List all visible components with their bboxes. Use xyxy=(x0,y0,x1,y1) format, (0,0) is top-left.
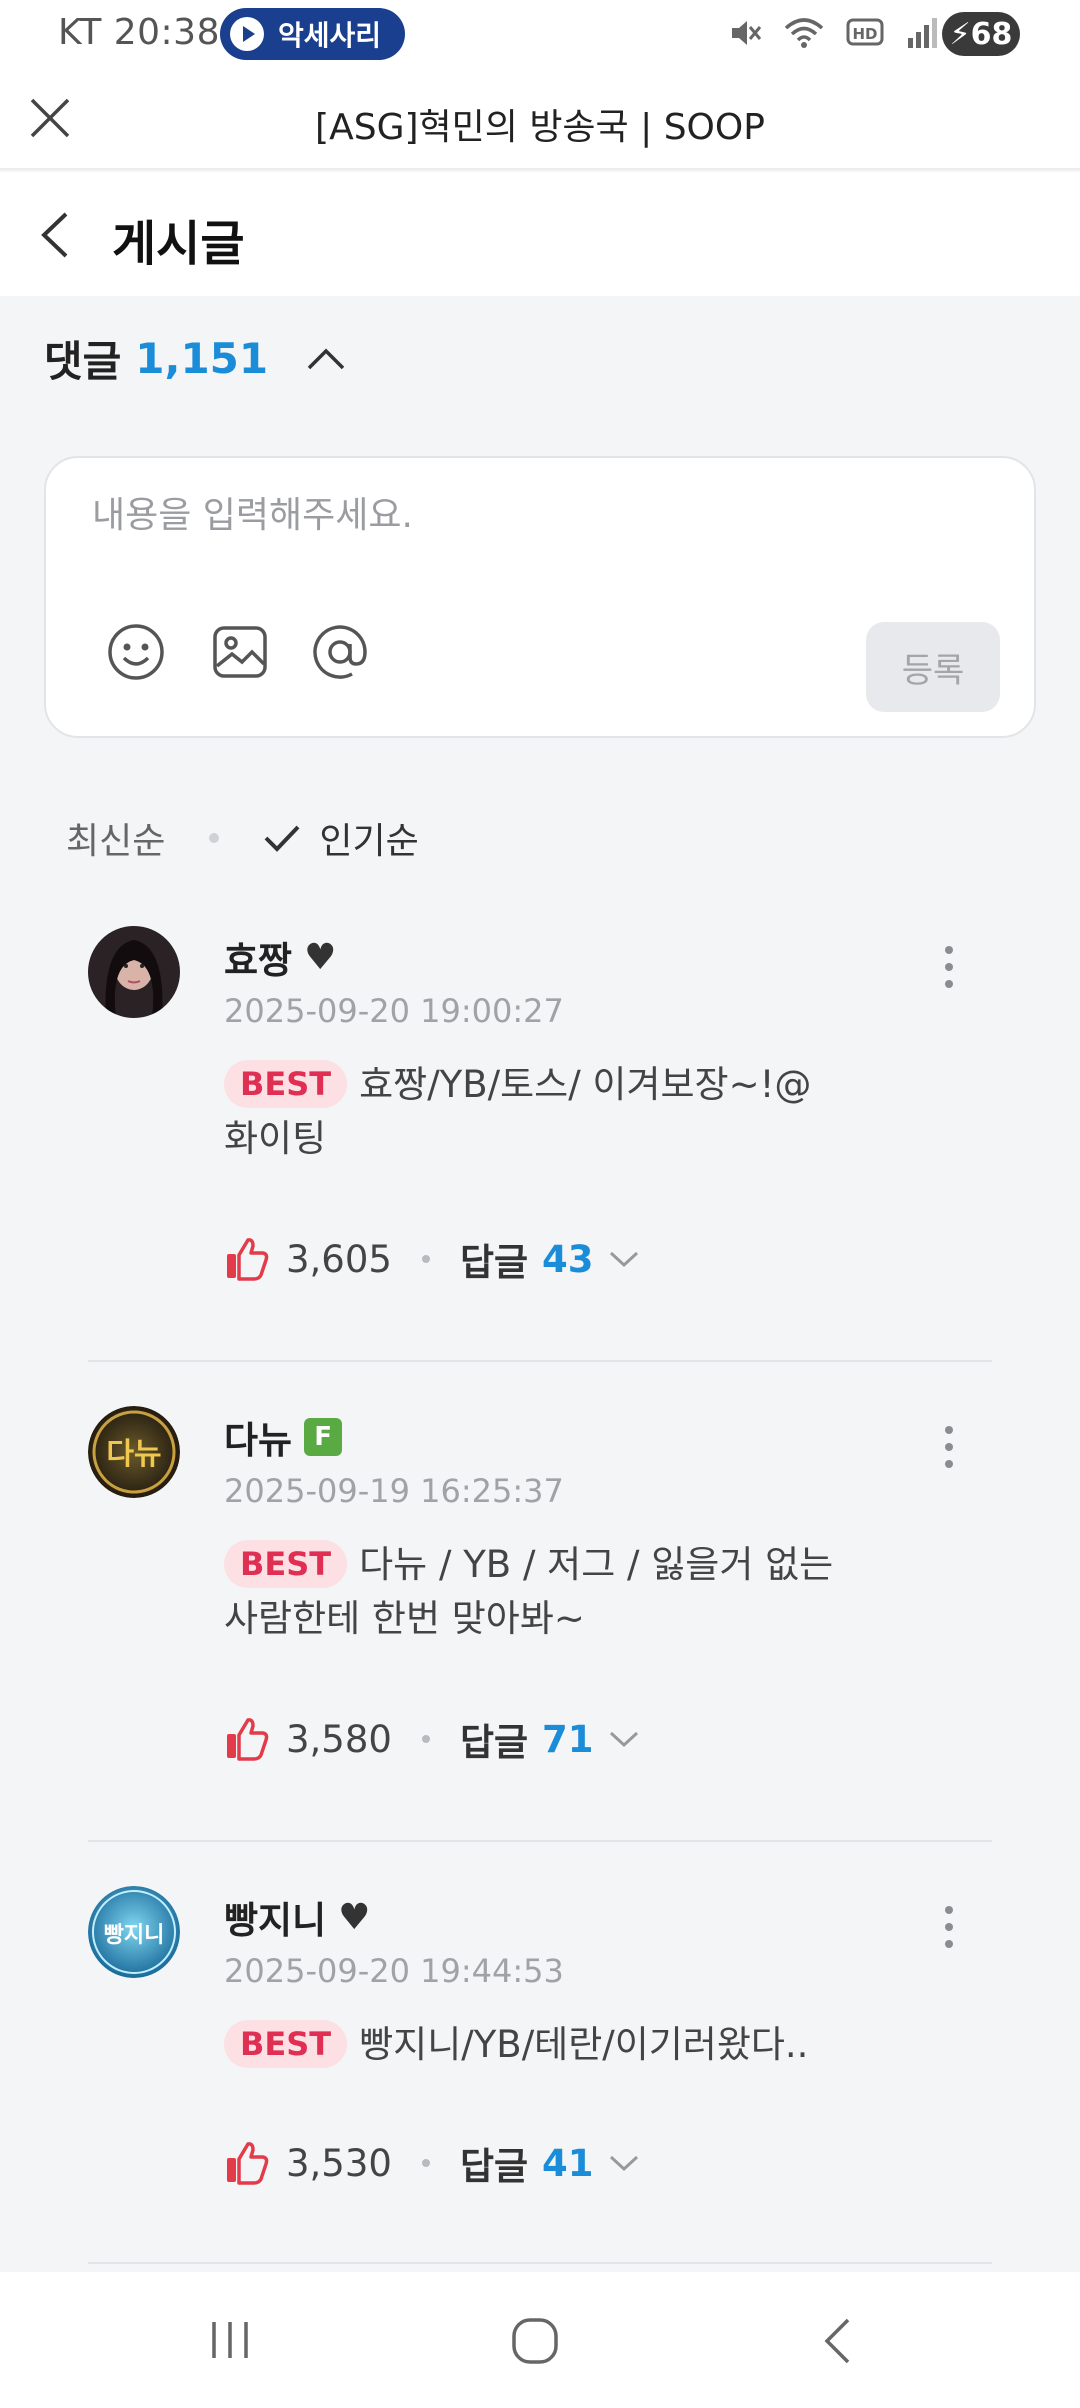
recent-apps-icon[interactable] xyxy=(206,2316,254,2364)
comment-divider xyxy=(88,1360,992,1362)
comment-body: BEST 효짱/YB/토스/ 이겨보장~!@화이팅 xyxy=(224,1058,844,1166)
reply-label: 답글 xyxy=(459,2145,529,2188)
browser-top-bar: [ASG]혁민의 방송국 | SOOP xyxy=(0,68,1080,170)
check-icon xyxy=(264,825,300,852)
reply-toggle[interactable]: 답글 41 xyxy=(460,2136,640,2190)
sort-popular[interactable]: 인기순 xyxy=(263,812,419,864)
more-options-icon[interactable] xyxy=(942,1906,956,1957)
timestamp: 2025-09-19 16:25:37 xyxy=(224,1472,564,1510)
mute-icon xyxy=(732,21,762,45)
home-icon[interactable] xyxy=(510,2316,560,2366)
reply-count: 41 xyxy=(542,2141,594,2185)
avatar-text: 빵지니 xyxy=(104,1923,165,1948)
thumbs-up-icon xyxy=(227,1718,269,1761)
battery-level: 68 xyxy=(970,16,1013,52)
battery-indicator: ⚡ 68 xyxy=(942,12,1020,56)
status-bar: KT 20:38 악세사리 HD ⚡ 68 xyxy=(0,0,1080,68)
sort-separator xyxy=(209,833,220,843)
charging-icon: ⚡ xyxy=(949,16,971,52)
like-button[interactable]: 3,530 xyxy=(224,2140,392,2186)
back-nav-icon[interactable] xyxy=(818,2316,858,2366)
image-icon[interactable] xyxy=(210,622,270,682)
more-options-icon[interactable] xyxy=(942,946,956,997)
page-title: 게시글 xyxy=(112,216,245,272)
username[interactable]: 효짱 ♥ xyxy=(224,930,336,984)
action-separator xyxy=(421,1255,430,1263)
svg-text:HD: HD xyxy=(852,25,877,43)
carrier-time: KT 20:38 xyxy=(58,12,220,53)
comments-label: 댓글 xyxy=(44,337,122,386)
avatar-text: 다뉴 xyxy=(106,1437,161,1472)
comments-count: 1,151 xyxy=(135,334,269,383)
action-separator xyxy=(421,1735,430,1743)
play-icon xyxy=(230,17,264,51)
signal-icon xyxy=(908,18,937,48)
comment-divider xyxy=(88,1840,992,1842)
heart-icon: ♥ xyxy=(338,1896,371,1938)
sort-options: 최신순 인기순 xyxy=(66,812,419,864)
reply-toggle[interactable]: 답글 71 xyxy=(460,1712,640,1766)
sort-popular-label: 인기순 xyxy=(319,821,419,862)
comment-body: BEST 다뉴 / YB / 저그 / 잃을거 없는 사람한테 한번 맞아봐~ xyxy=(224,1538,844,1646)
system-nav-bar xyxy=(0,2272,1080,2408)
reply-count: 71 xyxy=(542,1717,594,1761)
comment-text: 빵지니/YB/테란/이기러왔다.. xyxy=(359,2023,809,2066)
chevron-down-icon xyxy=(609,1251,638,1268)
chevron-down-icon xyxy=(609,2155,638,2172)
heart-icon: ♥ xyxy=(304,936,337,978)
reply-label: 답글 xyxy=(459,1241,529,1284)
submit-button[interactable]: 등록 xyxy=(866,622,1000,712)
comment-actions: 3,530 답글 41 xyxy=(224,2136,640,2190)
hd-voice-icon: HD xyxy=(846,18,884,46)
sort-latest[interactable]: 최신순 xyxy=(66,812,165,864)
more-options-icon[interactable] xyxy=(942,1426,956,1477)
like-button[interactable]: 3,605 xyxy=(224,1236,392,1282)
comment-input[interactable]: 내용을 입력해주세요. xyxy=(92,486,413,538)
comment-divider xyxy=(88,2262,992,2264)
comment-body: BEST 빵지니/YB/테란/이기러왔다.. xyxy=(224,2018,844,2072)
emoji-icon[interactable] xyxy=(106,622,166,682)
like-count: 3,605 xyxy=(286,1237,392,1281)
comment-actions: 3,605 답글 43 xyxy=(224,1232,640,1286)
timestamp: 2025-09-20 19:44:53 xyxy=(224,1952,564,1990)
username-text: 효짱 xyxy=(224,939,293,982)
like-button[interactable]: 3,580 xyxy=(224,1716,392,1762)
timestamp: 2025-09-20 19:00:27 xyxy=(224,992,564,1030)
reply-count: 43 xyxy=(542,1237,594,1281)
browser-title: [ASG]혁민의 방송국 | SOOP xyxy=(315,107,765,148)
username-text: 빵지니 xyxy=(224,1899,327,1942)
mention-icon[interactable] xyxy=(310,622,370,682)
avatar[interactable] xyxy=(88,926,180,1018)
back-icon[interactable] xyxy=(36,210,76,260)
action-separator xyxy=(421,2159,430,2167)
page-header: 게시글 xyxy=(0,172,1080,296)
avatar[interactable]: 빵지니 xyxy=(88,1886,180,1978)
like-count: 3,580 xyxy=(286,1717,392,1761)
comment-composer[interactable]: 내용을 입력해주세요. 등록 xyxy=(44,456,1036,738)
username-text: 다뉴 xyxy=(224,1419,293,1462)
wifi-icon xyxy=(784,18,824,48)
chevron-down-icon xyxy=(609,1731,638,1748)
like-count: 3,530 xyxy=(286,2141,392,2185)
thumbs-up-icon xyxy=(227,1238,269,1281)
avatar[interactable]: 다뉴 xyxy=(88,1406,180,1498)
comment-actions: 3,580 답글 71 xyxy=(224,1712,640,1766)
username[interactable]: 빵지니 ♥ xyxy=(224,1890,370,1944)
best-badge: BEST xyxy=(224,1540,348,1588)
media-pill[interactable]: 악세사리 xyxy=(220,8,406,60)
reply-toggle[interactable]: 답글 43 xyxy=(460,1232,640,1286)
username[interactable]: 다뉴 F xyxy=(224,1410,343,1464)
best-badge: BEST xyxy=(224,2020,348,2068)
best-badge: BEST xyxy=(224,1060,348,1108)
reply-label: 답글 xyxy=(459,1721,529,1764)
media-pill-label: 악세사리 xyxy=(278,19,382,52)
chevron-up-icon[interactable] xyxy=(306,347,346,371)
thumbs-up-icon xyxy=(227,2142,269,2185)
status-icons: HD xyxy=(728,16,940,50)
comments-header[interactable]: 댓글 1,151 xyxy=(44,328,346,389)
fan-badge: F xyxy=(304,1418,343,1456)
